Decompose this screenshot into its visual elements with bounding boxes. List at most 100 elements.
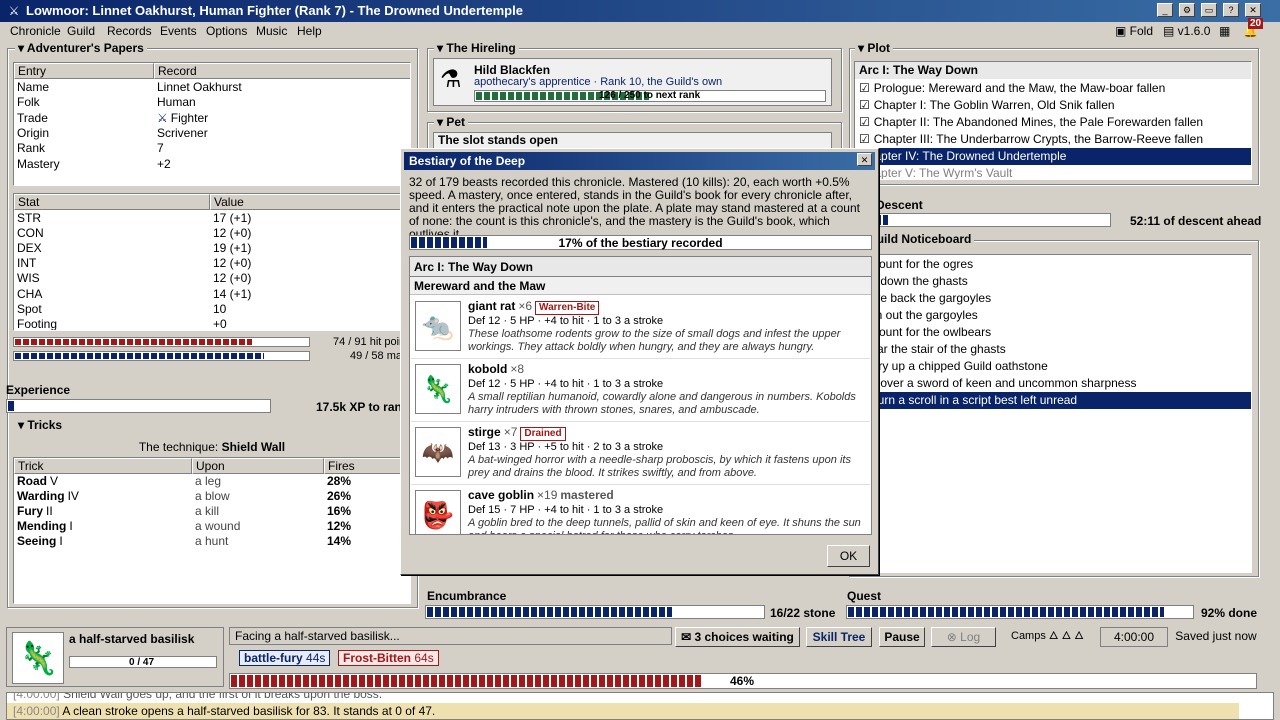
plot-item[interactable]: Chapter V: The Wyrm's Vault [855, 165, 1251, 179]
stat-name: CON [17, 226, 44, 241]
plot-item[interactable]: ☑ Chapter I: The Goblin Warren, Old Snik … [855, 97, 1251, 114]
plot-item[interactable]: ☑ Chapter III: The Underbarrow Crypts, th… [855, 131, 1251, 148]
plot-title-text: Plot [867, 41, 891, 55]
tricks-header-trick[interactable]: Trick [14, 458, 192, 474]
papers-entry: Mastery [17, 156, 60, 171]
papers-header-entry[interactable]: Entry [14, 63, 154, 79]
menu-help[interactable]: Help [297, 24, 322, 38]
progress-bar-fill [231, 675, 701, 687]
beast-name-text: stirge [468, 425, 501, 439]
hireling-name: Hild Blackfen [474, 63, 551, 77]
noticeboard-title-text: Guild Noticeboard [867, 232, 972, 246]
trick-label: Road [17, 474, 47, 488]
papers-entry: Name [17, 80, 50, 94]
encumbrance-bar [425, 605, 765, 619]
fold-button[interactable]: ▣ Fold [1115, 24, 1153, 38]
beast-entry[interactable]: 🦎 kobold ×8 Def 12 · 5 HP · +4 to hit · 1 t… [411, 359, 870, 422]
trick-name[interactable]: Seeing I [17, 534, 63, 548]
notice-item[interactable]: Return a scroll in a script best left un… [855, 392, 1251, 409]
minimize-icon[interactable]: _ [1157, 3, 1173, 17]
trick-name[interactable]: Fury II [17, 504, 53, 518]
notice-item[interactable]: Thin out the gargoyles [855, 307, 1251, 324]
trick-name[interactable]: Warding IV [17, 489, 79, 503]
noticeboard-list: Account for the ogres Put down the ghasts… [854, 254, 1252, 573]
beast-entry[interactable]: 🐀 giant rat ×6 Warren-Bite Def 12 · 5 HP · +… [411, 296, 870, 359]
help-icon[interactable]: ? [1223, 3, 1239, 17]
encumbrance-label: Encumbrance [427, 589, 507, 603]
papers-value: Human [157, 95, 196, 110]
hireling-desc: apothecary's apprentice · Rank 10, the G… [474, 76, 723, 88]
camps-indicator: Camps 🜂 🜂 🜂 [1003, 627, 1093, 647]
notice-item[interactable]: Put down the ghasts [855, 273, 1251, 290]
log-button[interactable]: ⊗ Log [931, 627, 996, 647]
settings-icon[interactable]: ⚙ [1179, 3, 1195, 17]
bestiary-list[interactable]: Arc I: The Way Down Mereward and the Maw… [409, 256, 872, 535]
plot-item[interactable]: ☑ Chapter II: The Abandoned Mines, the Pa… [855, 114, 1251, 131]
beast-name-text: giant rat [468, 299, 516, 313]
notice-item[interactable]: Account for the ogres [855, 256, 1251, 273]
trick-name[interactable]: Road V [17, 474, 58, 488]
beast-count: ×8 [510, 362, 525, 376]
choices-label: 3 choices waiting [694, 630, 794, 644]
trick-tier: I [69, 519, 73, 533]
menu-records[interactable]: Records [107, 24, 152, 38]
stat-value: 19 (+1) [213, 241, 252, 256]
pause-button[interactable]: Pause [879, 627, 925, 647]
plot-item[interactable]: ☑ Prologue: Mereward and the Maw, the Maw… [855, 80, 1251, 97]
close-icon[interactable]: ✕ [1245, 3, 1261, 17]
papers-header-record[interactable]: Record [154, 63, 410, 79]
skill-tree-button[interactable]: Skill Tree [806, 627, 872, 647]
notice-item[interactable]: Clear the stair of the ghasts [855, 341, 1251, 358]
plot-arc: Arc I: The Way Down [855, 62, 1251, 79]
version-button[interactable]: ▤ v1.6.0 [1163, 24, 1210, 38]
menu-guild[interactable]: Guild [67, 24, 95, 38]
log-panel[interactable]: [4:00:00] Shield Wall goes up, and the f… [6, 692, 1274, 720]
camps-label: Camps [1011, 630, 1046, 642]
calendar-icon[interactable]: ▦ [1219, 24, 1230, 38]
stat-name: STR [17, 211, 41, 225]
notice-item[interactable]: Drive back the gargoyles [855, 290, 1251, 307]
plot-item[interactable]: Chapter IV: The Drowned Undertemple [855, 148, 1251, 165]
bestiary-titlebar[interactable]: Bestiary of the Deep [404, 152, 875, 170]
hireling-card[interactable]: ⚗ Hild Blackfen apothecary's apprentice … [433, 58, 832, 106]
buff-time: 44s [306, 651, 326, 665]
plot-item-label: Chapter III: The Underbarrow Crypts, the… [873, 132, 1204, 146]
menu-chronicle[interactable]: Chronicle [10, 24, 61, 38]
choices-button[interactable]: ✉ 3 choices waiting [675, 627, 800, 647]
menu-options[interactable]: Options [206, 24, 247, 38]
stat-value: 12 (+0) [213, 271, 252, 286]
beast-entry[interactable]: 🦇 stirge ×7 Drained Def 13 · 3 HP · +5 to hi… [411, 422, 870, 485]
notice-item[interactable]: Carry up a chipped Guild oathstone [855, 358, 1251, 375]
beast-stats: Def 13 · 3 HP · +5 to hit · 2 to 3 a str… [468, 441, 664, 453]
stat-name: Spot [17, 301, 42, 316]
stats-header-stat[interactable]: Stat [14, 194, 210, 210]
trick-fires: 14% [327, 534, 352, 548]
trick-name[interactable]: Mending I [17, 519, 73, 533]
ok-button[interactable]: OK [827, 545, 870, 567]
notice-item[interactable]: Account for the owlbears [855, 324, 1251, 341]
dialog-close-icon[interactable]: ✕ [857, 153, 872, 166]
beast-entry[interactable]: 👺 cave goblin ×19 mastered Def 15 · 7 HP · +… [411, 485, 870, 534]
fold-label: Fold [1129, 24, 1154, 38]
debuff-time: 64s [414, 651, 434, 665]
tricks-header-fires[interactable]: Fires [324, 458, 410, 474]
beast-desc: A small reptilian humanoid, cowardly alo… [468, 391, 856, 416]
window-titlebar[interactable]: Lowmoor: Linnet Oakhurst, Human Fighter … [0, 0, 1280, 22]
papers-title-text: Adventurer's Papers [26, 41, 144, 55]
app-icon: ⚔ [8, 4, 20, 18]
menu-music[interactable]: Music [256, 24, 287, 38]
stats-table: Stat Value STR 17 (+1) CON 12 (+0) DEX 19 (+1… [13, 193, 411, 331]
tricks-header-upon[interactable]: Upon [192, 458, 324, 474]
buff-name: battle-fury [244, 651, 303, 665]
descent-label: Descent [876, 198, 923, 212]
log-label: Log [960, 630, 981, 644]
quest-bar-fill [848, 607, 1165, 617]
stats-header-value[interactable]: Value [210, 194, 410, 210]
stat-name: CHA [17, 286, 43, 301]
progress-text: 46% [730, 674, 755, 688]
tricks-title: ▾ Tricks [15, 418, 66, 432]
notice-item[interactable]: Recover a sword of keen and uncommon sha… [855, 375, 1251, 392]
menu-events[interactable]: Events [160, 24, 197, 38]
restore-icon[interactable]: ▭ [1201, 3, 1217, 17]
hp-bar-fill [15, 339, 252, 345]
